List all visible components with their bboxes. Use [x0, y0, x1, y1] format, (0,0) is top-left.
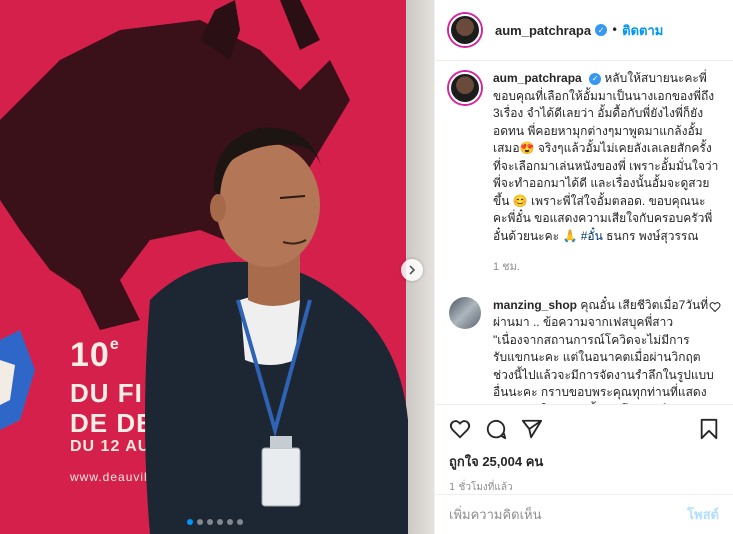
- post-time[interactable]: 1 ชั่วโมงที่แล้ว: [449, 480, 719, 495]
- verified-badge-icon: ✓: [589, 72, 602, 85]
- carousel-indicator: [187, 519, 243, 525]
- comment-input[interactable]: เพิ่มความคิดเห็น: [449, 504, 687, 525]
- verified-badge-icon: ✓: [595, 24, 608, 36]
- avatar[interactable]: [449, 296, 481, 329]
- person-figure: [145, 127, 408, 534]
- chevron-right-icon: [409, 265, 416, 275]
- post-sidebar: aum_patchrapa ✓ • ติดตาม aum_patchrapa ✓…: [434, 0, 733, 534]
- avatar[interactable]: [449, 14, 481, 46]
- post-comment-button[interactable]: โพสต์: [687, 504, 719, 525]
- caption-time[interactable]: 1 ชม.: [493, 259, 719, 277]
- like-comment-heart-icon[interactable]: [709, 301, 721, 313]
- post-actions: ถูกใจ 25,004 คน 1 ชั่วโมงที่แล้ว: [435, 404, 733, 495]
- comment-text: คุณอั๋น เสียชีวิตเมื่อ7วันที่ผ่านมา .. ข…: [493, 297, 714, 405]
- carousel-dot: [187, 519, 193, 525]
- bookmark-icon[interactable]: [699, 418, 719, 440]
- separator: •: [611, 23, 619, 37]
- hashtag-link[interactable]: #อั๋น: [581, 229, 603, 243]
- comments-list[interactable]: aum_patchrapa ✓ หลับให้สบายนะคะพี่ ขอบคุ…: [435, 62, 733, 404]
- carousel-next-button[interactable]: [401, 259, 423, 281]
- smile-emoji: 😊: [512, 193, 528, 208]
- post-photo[interactable]: 10e DU FI DE DEA DU 12 AU 1 www.deauvill…: [0, 0, 434, 534]
- pray-emoji: 🙏: [562, 228, 578, 243]
- comment-item: manzing_shop คุณอั๋น เสียชีวิตเมื่อ7วันท…: [449, 296, 721, 405]
- post-header: aum_patchrapa ✓ • ติดตาม: [435, 0, 733, 61]
- heart-eyes-emoji: 😍: [519, 141, 535, 155]
- caption-username[interactable]: aum_patchrapa: [493, 71, 582, 85]
- avatar[interactable]: [449, 72, 481, 104]
- carousel-dot: [197, 519, 203, 525]
- like-count[interactable]: ถูกใจ 25,004 คน: [449, 451, 719, 472]
- comment-username[interactable]: manzing_shop: [493, 298, 577, 312]
- caption-text: ธนกร พงษ์สุวรรณ: [602, 228, 699, 243]
- caption: aum_patchrapa ✓ หลับให้สบายนะคะพี่ ขอบคุ…: [449, 70, 719, 277]
- carousel-dot: [217, 519, 223, 525]
- carousel-dot: [207, 519, 213, 525]
- username-link[interactable]: aum_patchrapa: [495, 23, 591, 38]
- comment-icon[interactable]: [485, 418, 507, 440]
- like-heart-icon[interactable]: [449, 418, 471, 440]
- share-icon[interactable]: [521, 418, 543, 440]
- add-comment-bar: เพิ่มความคิดเห็น โพสต์: [435, 494, 733, 534]
- carousel-dot: [237, 519, 243, 525]
- carousel-dot: [227, 519, 233, 525]
- follow-button[interactable]: ติดตาม: [622, 20, 663, 41]
